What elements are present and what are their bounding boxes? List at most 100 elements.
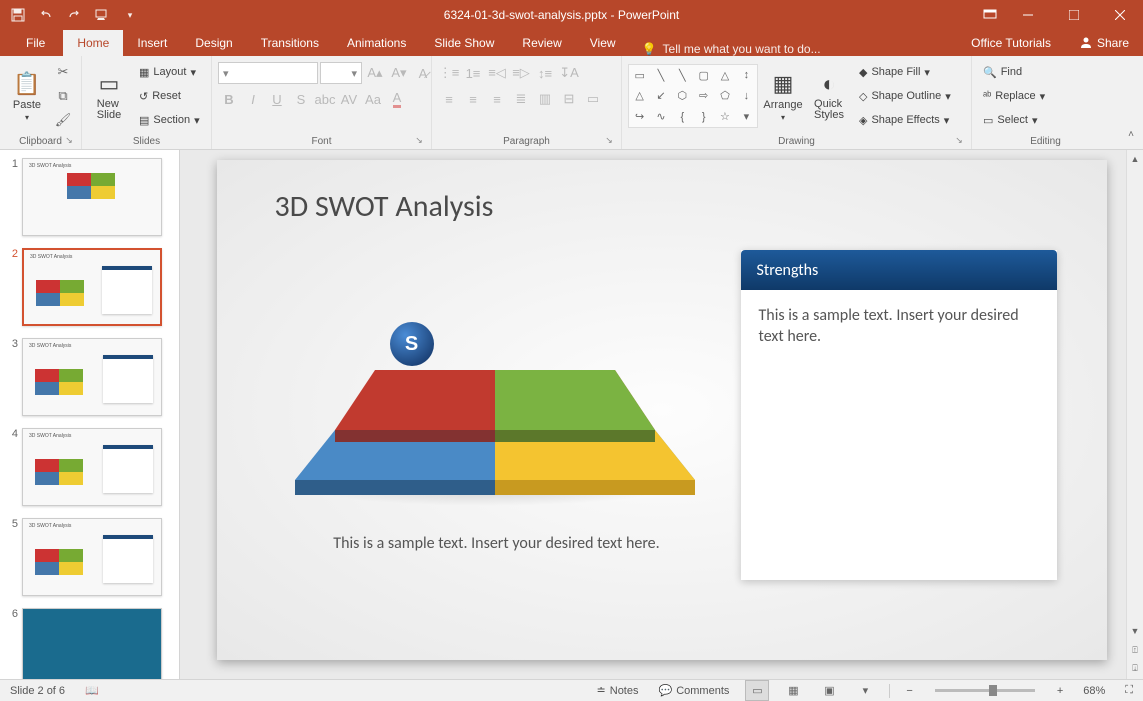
paste-button[interactable]: 📋 Paste ▾ [6,62,48,130]
tab-review[interactable]: Review [508,30,575,56]
text-direction-button[interactable]: ↧A [558,62,580,84]
font-launcher[interactable]: ↘ [413,135,425,147]
shape-outline-button[interactable]: ◇Shape Outline ▾ [854,85,956,107]
slide-editor[interactable]: 3D SWOT Analysis S This is a sample t [180,150,1143,679]
tab-transitions[interactable]: Transitions [247,30,333,56]
start-from-beginning-button[interactable] [90,3,114,27]
line-spacing-button[interactable]: ↕≡ [534,62,556,84]
undo-button[interactable] [34,3,58,27]
panel-body[interactable]: This is a sample text. Insert your desir… [741,290,1057,364]
paragraph-launcher[interactable]: ↘ [603,135,615,147]
align-left-button[interactable]: ≡ [438,88,460,110]
spacing-button[interactable]: AV [338,88,360,110]
underline-button[interactable]: U [266,88,288,110]
justify-button[interactable]: ≣ [510,88,532,110]
next-slide-button[interactable]: ⍗ [1127,660,1143,677]
copy-button[interactable]: ⧉ [52,85,74,107]
thumbnail-1[interactable]: 13D SWOT Analysis [0,150,179,240]
bullets-button[interactable]: ⋮≡ [438,62,460,84]
font-color-button[interactable]: A [386,88,408,110]
thumbnail-2[interactable]: 23D SWOT Analysis [0,240,179,330]
cut-button[interactable]: ✂ [52,61,74,83]
thumbnail-5[interactable]: 53D SWOT Analysis [0,510,179,600]
zoom-slider-thumb[interactable] [989,685,997,696]
minimize-button[interactable] [1005,0,1051,30]
sorter-view-button[interactable]: ▦ [781,680,805,701]
shapes-gallery[interactable]: ▭╲╲▢△↕ △↙⬡⇨⬠↓ ↪∿{}☆▾ [628,64,758,128]
tab-home[interactable]: Home [63,30,123,56]
close-button[interactable] [1097,0,1143,30]
vertical-scrollbar[interactable]: ▲ ▼ ⍐ ⍗ [1126,150,1143,679]
share-button[interactable]: Share [1065,30,1143,56]
strength-pin[interactable]: S [390,322,434,366]
zoom-level[interactable]: 68% [1079,680,1109,701]
new-slide-button[interactable]: ▭ New Slide [88,62,130,130]
shape-effects-button[interactable]: ◈Shape Effects ▾ [854,109,956,131]
qat-customize-button[interactable]: ▾ [118,3,142,27]
dec-indent-button[interactable]: ≡◁ [486,62,508,84]
slide-canvas[interactable]: 3D SWOT Analysis S This is a sample t [217,160,1107,660]
shape-fill-button[interactable]: ◆Shape Fill ▾ [854,61,956,83]
panel-title[interactable]: Strengths [741,250,1057,290]
align-text-button[interactable]: ⊟ [558,88,580,110]
inc-indent-button[interactable]: ≡▷ [510,62,532,84]
slideshow-view-button[interactable]: ▾ [853,680,877,701]
collapse-ribbon-button[interactable]: ˄ [1120,123,1142,145]
slide-caption[interactable]: This is a sample text. Insert your desir… [307,534,687,555]
strengths-panel[interactable]: Strengths This is a sample text. Insert … [741,250,1057,580]
tab-view[interactable]: View [576,30,630,56]
thumbnail-3[interactable]: 33D SWOT Analysis [0,330,179,420]
strike-button[interactable]: S [290,88,312,110]
decrease-font-button[interactable]: A▾ [388,62,410,84]
comments-button[interactable]: 💬Comments [655,680,734,701]
normal-view-button[interactable]: ▭ [745,680,769,701]
notes-button[interactable]: ≐Notes [593,680,643,701]
increase-font-button[interactable]: A▴ [364,62,386,84]
slide-title[interactable]: 3D SWOT Analysis [275,188,494,225]
tab-animations[interactable]: Animations [333,30,420,56]
reading-view-button[interactable]: ▣ [817,680,841,701]
clipboard-launcher[interactable]: ↘ [63,135,75,147]
quick-styles-button[interactable]: ◐ Quick Styles [808,62,850,130]
tab-design[interactable]: Design [181,30,246,56]
drawing-launcher[interactable]: ↘ [953,135,965,147]
display-options-button[interactable] [975,0,1005,30]
layout-button[interactable]: ▦Layout ▾ [134,61,205,83]
fit-to-window-button[interactable]: ⛶ [1121,680,1137,701]
section-button[interactable]: ▤Section ▾ [134,109,205,131]
font-name-combo[interactable]: ▾ [218,62,318,84]
smartart-button[interactable]: ▭ [582,88,604,110]
spellcheck-button[interactable]: 📖 [81,680,103,701]
slide-thumbnails-pane[interactable]: 13D SWOT Analysis 23D SWOT Analysis 33D … [0,150,180,679]
find-button[interactable]: 🔍Find [978,61,1050,83]
zoom-in-button[interactable]: + [1053,680,1067,701]
scroll-up-button[interactable]: ▲ [1127,150,1143,167]
redo-button[interactable] [62,3,86,27]
slide-indicator[interactable]: Slide 2 of 6 [6,680,69,701]
select-button[interactable]: ▭Select ▾ [978,109,1050,131]
thumbnail-6[interactable]: 6 [0,600,179,679]
tab-slideshow[interactable]: Slide Show [420,30,508,56]
swot-3d-graphic[interactable] [295,310,695,510]
tell-me-search[interactable]: 💡 Tell me what you want to do... [630,42,833,56]
zoom-slider[interactable] [935,689,1035,692]
prev-slide-button[interactable]: ⍐ [1127,642,1143,659]
zoom-out-button[interactable]: − [902,680,916,701]
columns-button[interactable]: ▥ [534,88,556,110]
shadow-button[interactable]: abc [314,88,336,110]
bold-button[interactable]: B [218,88,240,110]
clear-formatting-button[interactable]: A̷ [412,62,434,84]
save-button[interactable] [6,3,30,27]
font-size-combo[interactable]: ▾ [320,62,362,84]
scroll-down-button[interactable]: ▼ [1127,622,1143,639]
tab-insert[interactable]: Insert [123,30,181,56]
italic-button[interactable]: I [242,88,264,110]
tab-file[interactable]: File [8,30,63,56]
align-right-button[interactable]: ≡ [486,88,508,110]
office-tutorials[interactable]: Office Tutorials [957,30,1065,56]
arrange-button[interactable]: ▦ Arrange▾ [762,62,804,130]
case-button[interactable]: Aa [362,88,384,110]
numbering-button[interactable]: 1≡ [462,62,484,84]
align-center-button[interactable]: ≡ [462,88,484,110]
replace-button[interactable]: ᵃᵇReplace ▾ [978,85,1050,107]
